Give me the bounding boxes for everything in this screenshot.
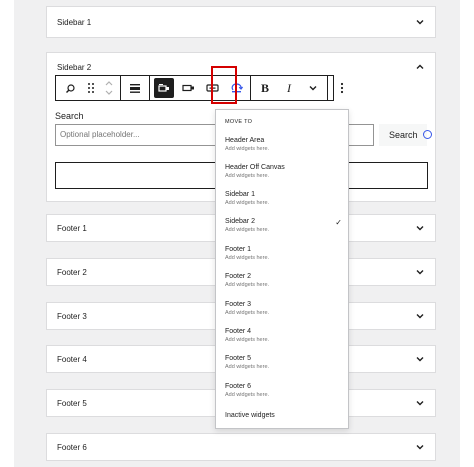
chevron-down-icon[interactable] <box>415 442 425 452</box>
toolbar-group-options <box>328 76 356 100</box>
right-gutter <box>460 0 474 467</box>
button-position-icon[interactable] <box>154 78 174 98</box>
drag-handle-icon[interactable] <box>84 78 98 98</box>
chevron-down-icon[interactable] <box>415 267 425 277</box>
move-to-dropdown: MOVE TO Header Area Add widgets here. He… <box>215 109 349 429</box>
move-to-item-name: Header Area <box>225 137 265 144</box>
widget-area-title: Footer 1 <box>57 223 87 233</box>
bold-icon[interactable]: B <box>255 78 275 98</box>
chevron-down-icon[interactable] <box>415 17 425 27</box>
highlight-box <box>211 66 237 104</box>
move-to-item-desc: Add widgets here. <box>225 146 270 152</box>
move-to-item-footer-2[interactable]: Footer 2 Add widgets here. <box>225 272 343 289</box>
move-to-item-header-area[interactable]: Header Area Add widgets here. <box>225 136 343 153</box>
toolbar-group-align <box>121 76 150 100</box>
move-to-item-sidebar-1[interactable]: Sidebar 1 Add widgets here. <box>225 190 343 207</box>
move-to-item-footer-4[interactable]: Footer 4 Add widgets here. <box>225 327 343 344</box>
button-inside-icon[interactable] <box>178 78 198 98</box>
move-to-item-name: Sidebar 1 <box>225 191 255 198</box>
widget-area-footer-6[interactable]: Footer 6 <box>46 433 436 461</box>
move-to-item-name: Footer 3 <box>225 301 252 308</box>
widget-area-title: Footer 2 <box>57 267 87 277</box>
widget-area-title: Sidebar 2 <box>57 62 92 72</box>
move-to-item-name: Sidebar 2 <box>225 218 255 225</box>
move-to-item-desc: Add widgets here. <box>225 200 270 206</box>
move-up-down-icon[interactable] <box>102 78 116 98</box>
search-block-icon[interactable] <box>60 78 80 98</box>
chevron-down-icon[interactable] <box>415 354 425 364</box>
move-to-item-name: Inactive widgets <box>225 412 275 419</box>
move-to-item-name: Footer 5 <box>225 355 252 362</box>
options-icon[interactable] <box>332 78 352 98</box>
move-to-item-name: Footer 4 <box>225 328 252 335</box>
chevron-up-icon[interactable] <box>415 62 425 72</box>
widget-area-title: Footer 3 <box>57 311 87 321</box>
move-to-item-footer-6[interactable]: Footer 6 Add widgets here. <box>225 382 343 399</box>
move-to-item-footer-5[interactable]: Footer 5 Add widgets here. <box>225 354 343 371</box>
italic-icon[interactable]: I <box>279 78 299 98</box>
left-gutter <box>0 0 14 467</box>
search-block-label[interactable]: Search <box>55 111 84 121</box>
chevron-down-icon[interactable] <box>415 398 425 408</box>
checkmark-icon: ✓ <box>335 218 342 227</box>
widgets-editor: Sidebar 1 Sidebar 2 B I Search Optional … <box>0 0 474 467</box>
move-to-item-footer-1[interactable]: Footer 1 Add widgets here. <box>225 245 343 262</box>
move-to-item-desc: Add widgets here. <box>225 392 270 398</box>
move-to-item-desc: Add widgets here. <box>225 227 270 233</box>
widget-area-title: Footer 6 <box>57 442 87 452</box>
move-to-item-name: Footer 2 <box>225 273 252 280</box>
move-to-item-name: Footer 6 <box>225 383 252 390</box>
move-to-item-name: Header Off Canvas <box>225 164 285 171</box>
block-toolbar: B I <box>55 75 344 101</box>
widget-area-sidebar-1[interactable]: Sidebar 1 <box>46 6 436 38</box>
move-to-item-sidebar-2[interactable]: Sidebar 2 Add widgets here. ✓ <box>225 217 343 234</box>
chevron-down-icon[interactable] <box>415 223 425 233</box>
move-to-item-desc: Add widgets here. <box>225 337 270 343</box>
widget-area-title: Sidebar 1 <box>57 17 92 27</box>
move-to-item-desc: Add widgets here. <box>225 255 270 261</box>
move-to-item-name: Footer 1 <box>225 246 252 253</box>
search-button[interactable]: Search <box>379 124 427 146</box>
move-to-item-header-off-canvas[interactable]: Header Off Canvas Add widgets here. <box>225 163 343 180</box>
move-to-item-desc: Add widgets here. <box>225 310 270 316</box>
move-to-item-inactive-widgets[interactable]: Inactive widgets <box>225 411 343 420</box>
widget-area-title: Footer 4 <box>57 354 87 364</box>
widget-area-title: Footer 5 <box>57 398 87 408</box>
move-to-item-desc: Add widgets here. <box>225 282 270 288</box>
align-icon[interactable] <box>125 78 145 98</box>
move-to-heading: MOVE TO <box>225 119 253 125</box>
move-to-item-desc: Add widgets here. <box>225 364 270 370</box>
more-rich-text-icon[interactable] <box>303 78 323 98</box>
move-to-item-footer-3[interactable]: Footer 3 Add widgets here. <box>225 300 343 317</box>
toolbar-group-format: B I <box>251 76 328 100</box>
focus-ring-icon <box>423 130 432 139</box>
toolbar-group-block <box>56 76 121 100</box>
chevron-down-icon[interactable] <box>415 311 425 321</box>
move-to-item-desc: Add widgets here. <box>225 173 270 179</box>
